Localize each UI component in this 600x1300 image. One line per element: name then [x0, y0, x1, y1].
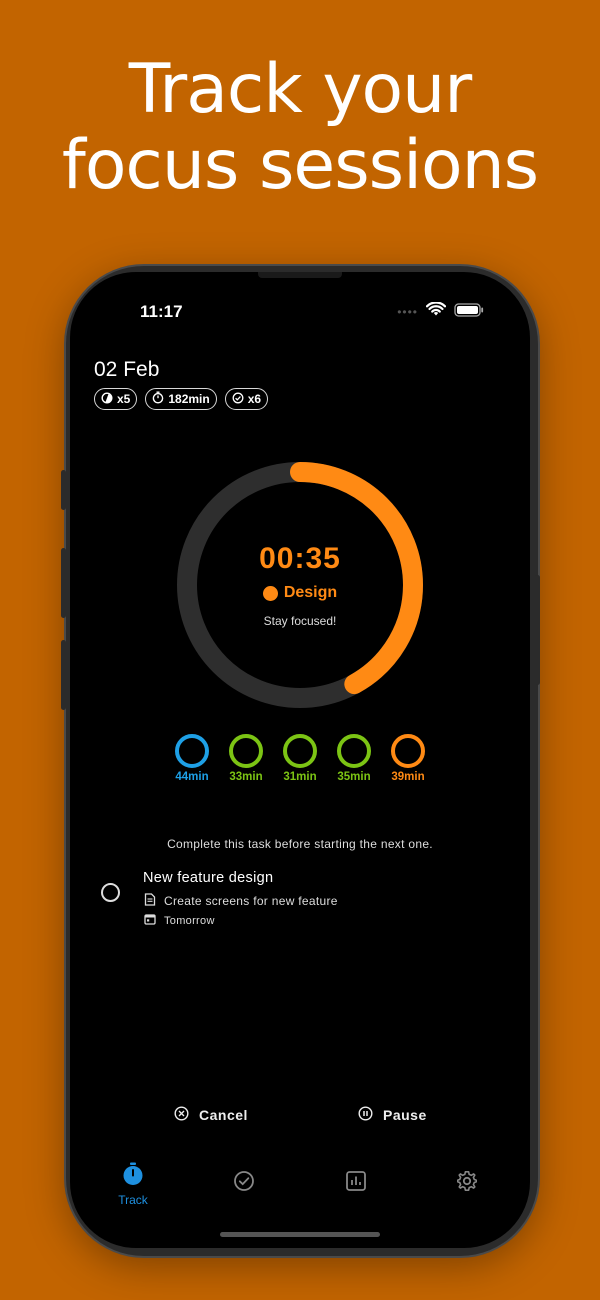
check-circle-icon: [233, 1170, 255, 1197]
pause-icon: [358, 1106, 373, 1124]
status-time: 11:17: [140, 302, 183, 321]
category-dot-icon: [262, 585, 278, 601]
session-duration: 35min: [337, 771, 371, 783]
tab-settings[interactable]: [437, 1170, 497, 1197]
category-label: Design: [70, 584, 530, 602]
task-complete-checkbox[interactable]: [101, 883, 120, 902]
session-duration: 31min: [283, 771, 317, 783]
battery-icon: [454, 302, 484, 322]
task-due-date: Tomorrow: [164, 914, 215, 927]
tab-track[interactable]: Track: [103, 1162, 163, 1207]
session-duration: 44min: [175, 771, 209, 783]
tab-track-label: Track: [118, 1193, 148, 1207]
wifi-icon: [425, 301, 447, 322]
session-ring-icon: [337, 734, 371, 768]
stats-chips: x5 182min x6: [94, 388, 269, 410]
session-ring-icon: [175, 734, 209, 768]
tab-stats[interactable]: [326, 1170, 386, 1197]
tab-bar: Track: [70, 1162, 530, 1212]
session-duration: 33min: [229, 771, 263, 783]
mute-switch: [61, 470, 66, 510]
note-icon: [144, 893, 156, 909]
minutes-chip: 182min: [145, 388, 217, 410]
calendar-icon: [144, 913, 156, 928]
session-item: 39min: [388, 734, 428, 783]
session-ring-icon: [229, 734, 263, 768]
pause-button[interactable]: Pause: [358, 1106, 427, 1124]
task-title[interactable]: New feature design: [143, 870, 273, 886]
sessions-chip: x5: [94, 388, 138, 410]
stopwatch-icon: [152, 391, 164, 407]
app-screen: 11:17 •••• 02 Feb x5 182min x6 00:35 Des…: [70, 272, 530, 1248]
headline: Track your focus sessions: [0, 52, 600, 204]
pause-label: Pause: [383, 1107, 427, 1123]
gear-icon: [456, 1170, 478, 1197]
cancel-label: Cancel: [199, 1107, 248, 1123]
session-item: 31min: [280, 734, 320, 783]
chart-icon: [345, 1170, 367, 1197]
session-history: 44min 33min 31min 35min 39min: [172, 734, 428, 783]
cancel-button[interactable]: Cancel: [174, 1106, 248, 1124]
volume-up-button: [61, 548, 66, 618]
session-ring-icon: [283, 734, 317, 768]
focus-message: Stay focused!: [263, 614, 337, 628]
session-duration: 39min: [391, 771, 425, 783]
tab-tasks[interactable]: [214, 1170, 274, 1197]
signal-dots: ••••: [397, 305, 418, 319]
volume-down-button: [61, 640, 66, 710]
task-description-row: Create screens for new feature: [144, 893, 338, 909]
home-indicator: [220, 1232, 380, 1237]
session-ring-icon: [391, 734, 425, 768]
session-item: 44min: [172, 734, 212, 783]
date-title: 02 Feb: [94, 358, 160, 381]
tasks-chip: x6: [224, 388, 269, 410]
session-item: 35min: [334, 734, 374, 783]
session-item: 33min: [226, 734, 266, 783]
status-icons: ••••: [397, 301, 484, 322]
headline-line-1: Track your: [128, 50, 472, 129]
dynamic-island: [258, 272, 342, 278]
task-description: Create screens for new feature: [164, 894, 338, 908]
sessions-count: x5: [117, 392, 131, 406]
stopwatch-icon: [122, 1162, 144, 1191]
headline-line-2: focus sessions: [61, 126, 539, 205]
category-name: Design: [283, 584, 338, 601]
task-due-row: Tomorrow: [144, 913, 215, 928]
cancel-icon: [174, 1106, 189, 1124]
power-button: [535, 575, 540, 685]
tasks-count: x6: [247, 392, 262, 406]
check-circle-icon: [232, 392, 244, 407]
task-notice: Complete this task before starting the n…: [167, 837, 433, 851]
timer-display: 00:35: [259, 542, 341, 575]
half-moon-icon: [101, 391, 113, 407]
minutes-total: 182min: [168, 392, 210, 406]
